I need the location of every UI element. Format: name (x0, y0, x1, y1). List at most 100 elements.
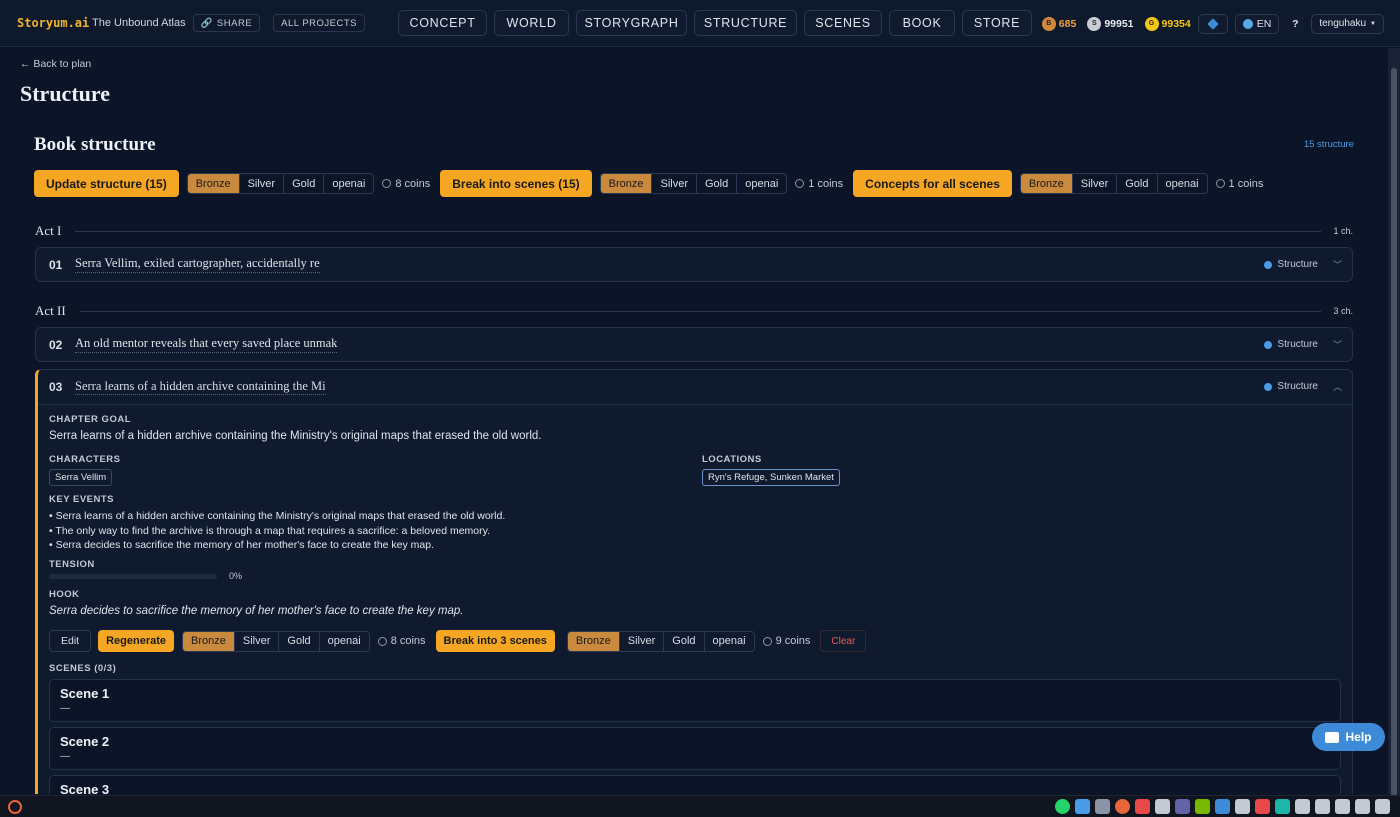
chapter-row[interactable]: 02 An old mentor reveals that every save… (35, 327, 1353, 362)
scene-card[interactable]: Scene 3 (49, 775, 1341, 794)
tier-gold[interactable]: Gold (283, 174, 323, 193)
nav-storygraph[interactable]: STORYGRAPH (576, 10, 688, 36)
scene-card[interactable]: Scene 2 — (49, 727, 1341, 770)
update-structure-button[interactable]: Update structure (15) (34, 170, 179, 197)
silver-count: 99951 (1104, 17, 1134, 30)
tier-openai[interactable]: openai (1156, 174, 1207, 193)
volume-icon[interactable] (1355, 799, 1370, 814)
chevron-down-icon[interactable]: ﹀ (1333, 328, 1342, 361)
whatsapp-icon[interactable] (1055, 799, 1070, 814)
tier-openai[interactable]: openai (318, 631, 369, 651)
tray-app-icon[interactable] (1095, 799, 1110, 814)
bluetooth-icon[interactable] (1215, 799, 1230, 814)
scene-desc: — (60, 751, 70, 762)
chapter-row[interactable]: 01 Serra Vellim, exiled cartographer, ac… (35, 247, 1353, 282)
tier-bronze[interactable]: Bronze (1020, 174, 1072, 193)
nav-book[interactable]: BOOK (889, 10, 956, 36)
tray-app-icon[interactable] (1255, 799, 1270, 814)
scene-card[interactable]: Scene 1 — (49, 679, 1341, 722)
nvidia-icon[interactable] (1195, 799, 1210, 814)
hook-text: Serra decides to sacrifice the memory of… (49, 605, 464, 617)
status-dot-icon (1264, 382, 1273, 391)
user-menu[interactable]: tenguhaku ▼ (1311, 13, 1384, 34)
cost-2: 1 coins (795, 178, 843, 190)
tray-app-icon[interactable] (1295, 799, 1310, 814)
divider (75, 230, 1322, 232)
tier-gold[interactable]: Gold (696, 174, 736, 193)
tier-bronze[interactable]: Bronze (187, 174, 239, 193)
all-projects-button[interactable]: ALL PROJECTS (273, 14, 366, 32)
share-button[interactable]: 🔗 SHARE (192, 14, 261, 32)
event-item: • Serra learns of a hidden archive conta… (49, 510, 506, 522)
nav-world[interactable]: WORLD (494, 10, 570, 36)
page-title: Structure (20, 81, 111, 106)
nav-scenes[interactable]: SCENES (804, 10, 883, 36)
language-button[interactable]: EN (1234, 13, 1280, 34)
diamond-button[interactable] (1197, 13, 1228, 34)
help-question-button[interactable]: ? (1286, 13, 1305, 34)
tier-silver[interactable]: Silver (618, 631, 664, 651)
tier-openai[interactable]: openai (703, 631, 754, 651)
tier-gold[interactable]: Gold (1116, 174, 1156, 193)
bronze-count: 685 (1058, 17, 1077, 30)
tier-silver[interactable]: Silver (233, 631, 279, 651)
tier-gold[interactable]: Gold (663, 631, 703, 651)
pen-icon[interactable] (1375, 799, 1390, 814)
chevron-up-icon[interactable]: ︿ (1333, 370, 1342, 403)
main-content: ← Back to plan Structure Book structure … (0, 48, 1388, 794)
regenerate-button[interactable]: Regenerate (98, 630, 175, 652)
link-icon: 🔗 (200, 17, 213, 29)
tier-openai[interactable]: openai (323, 174, 373, 193)
yandex-icon[interactable] (1115, 799, 1130, 814)
nav-store[interactable]: STORE (962, 10, 1033, 36)
tier-selector-break: Bronze Silver Gold openai (566, 630, 755, 652)
logo[interactable]: Storyum.ai (16, 11, 90, 35)
help-label: Help (1345, 730, 1372, 744)
system-tray (1055, 799, 1390, 814)
break-into-3-scenes-button[interactable]: Break into 3 scenes (435, 630, 555, 652)
telegram-icon[interactable] (1235, 799, 1250, 814)
start-menu-icon[interactable] (8, 800, 22, 814)
clear-button[interactable]: Clear (820, 630, 867, 652)
nav-structure[interactable]: STRUCTURE (694, 10, 798, 36)
help-button[interactable]: Help (1312, 723, 1385, 751)
tray-app-icon[interactable] (1275, 799, 1290, 814)
username: tenguhaku (1319, 18, 1367, 29)
back-link[interactable]: ← Back to plan (20, 58, 91, 70)
tray-app-icon[interactable] (1155, 799, 1170, 814)
cost-label: 8 coins (395, 177, 431, 190)
tier-bronze[interactable]: Bronze (567, 631, 619, 651)
edit-button[interactable]: Edit (49, 630, 92, 652)
silver-coin-icon: S (1087, 16, 1102, 31)
tier-gold[interactable]: Gold (278, 631, 318, 651)
chevron-down-icon[interactable]: ﹀ (1333, 248, 1342, 281)
scrollbar-thumb[interactable] (1391, 68, 1397, 798)
network-icon[interactable] (1335, 799, 1350, 814)
tier-openai[interactable]: openai (736, 174, 786, 193)
break-into-scenes-button[interactable]: Break into scenes (15) (440, 170, 592, 197)
tray-app-icon[interactable] (1135, 799, 1150, 814)
status-label: Structure (1277, 259, 1318, 270)
dropbox-icon[interactable] (1315, 799, 1330, 814)
chapter-row[interactable]: 03 Serra learns of a hidden archive cont… (38, 370, 1352, 405)
structure-count-link[interactable]: 15 structure (1304, 139, 1354, 150)
tier-bronze[interactable]: Bronze (183, 631, 234, 651)
status-label: Structure (1277, 381, 1318, 392)
tier-silver[interactable]: Silver (651, 174, 696, 193)
act-chapter-count: 1 ch. (1333, 226, 1353, 236)
tier-silver[interactable]: Silver (238, 174, 284, 193)
tier-silver[interactable]: Silver (1071, 174, 1117, 193)
teams-icon[interactable] (1175, 799, 1190, 814)
nav-concept[interactable]: CONCEPT (398, 10, 488, 36)
tier-bronze[interactable]: Bronze (600, 174, 652, 193)
concepts-all-scenes-button[interactable]: Concepts for all scenes (853, 170, 1012, 197)
tray-app-icon[interactable] (1075, 799, 1090, 814)
scenes-label: SCENES (0/3) (49, 663, 117, 674)
logo-text: Storyum.ai (17, 16, 90, 30)
tier-selector-2: Bronze Silver Gold openai (599, 173, 788, 194)
page-scrollbar[interactable] (1388, 48, 1400, 798)
bronze-balance: B 685 (1041, 16, 1077, 31)
scene-title: Scene 2 (60, 734, 110, 749)
tension-value: 0% (229, 571, 243, 581)
hook-label: HOOK (49, 589, 80, 600)
